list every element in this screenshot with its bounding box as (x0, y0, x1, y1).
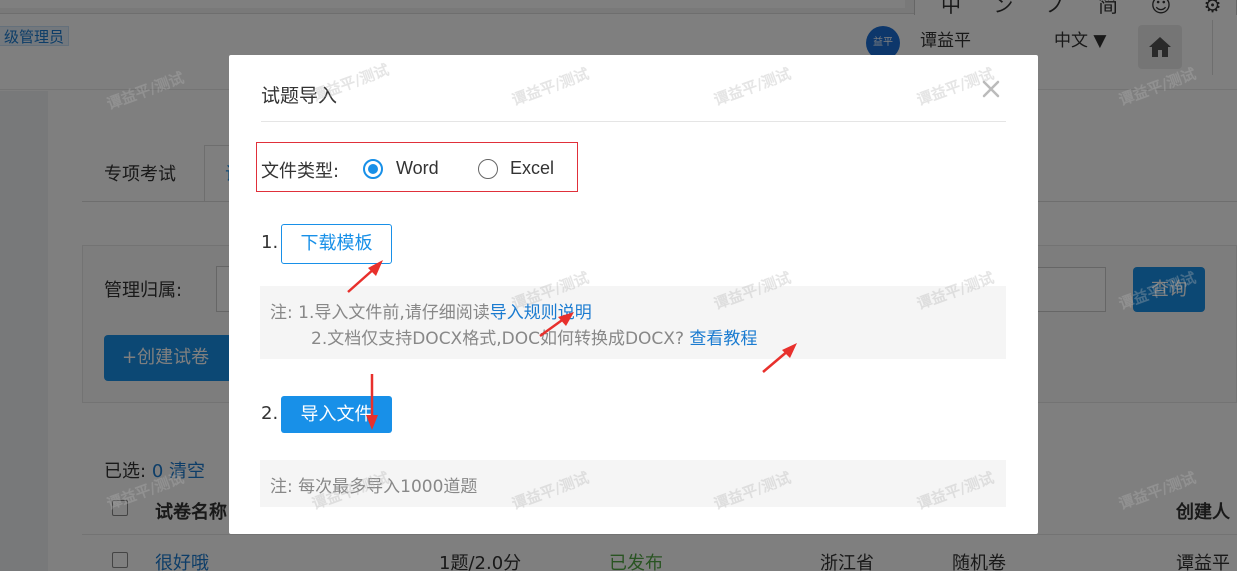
dialog-divider (261, 121, 1006, 122)
note-line-2: 2.文档仅支持DOCX格式,DOC如何转换成DOCX? 查看教程 (311, 324, 757, 349)
file-type-label: 文件类型: (261, 161, 340, 182)
note-line-2-text: 2.文档仅支持DOCX格式,DOC如何转换成DOCX? (311, 329, 684, 349)
note-line-1: 注: 1.导入文件前,请仔细阅读导入规则说明 (270, 298, 592, 323)
import-questions-dialog: 试题导入 文件类型: Word Excel 1. 下载模板 注: 1.导入文件前… (229, 55, 1038, 534)
close-button[interactable] (979, 77, 1003, 101)
import-file-button[interactable]: 导入文件 (281, 396, 392, 433)
radio-word-label[interactable]: Word (396, 158, 439, 179)
close-icon (982, 80, 1000, 98)
note-line-1-text: 注: 1.导入文件前,请仔细阅读 (270, 303, 490, 323)
radio-excel-label[interactable]: Excel (510, 158, 554, 179)
radio-excel[interactable] (478, 159, 498, 179)
download-template-button[interactable]: 下载模板 (281, 224, 392, 264)
view-tutorial-link[interactable]: 查看教程 (689, 329, 757, 349)
import-limit-text: 注: 每次最多导入1000道题 (270, 477, 478, 497)
import-limit-note: 注: 每次最多导入1000道题 (260, 460, 1006, 507)
import-rules-link[interactable]: 导入规则说明 (490, 303, 592, 323)
import-notes: 注: 1.导入文件前,请仔细阅读导入规则说明 2.文档仅支持DOCX格式,DOC… (260, 286, 1006, 359)
step2-number: 2. (261, 403, 279, 424)
radio-word[interactable] (363, 159, 383, 179)
dialog-title: 试题导入 (261, 85, 338, 107)
step1-number: 1. (261, 232, 279, 253)
